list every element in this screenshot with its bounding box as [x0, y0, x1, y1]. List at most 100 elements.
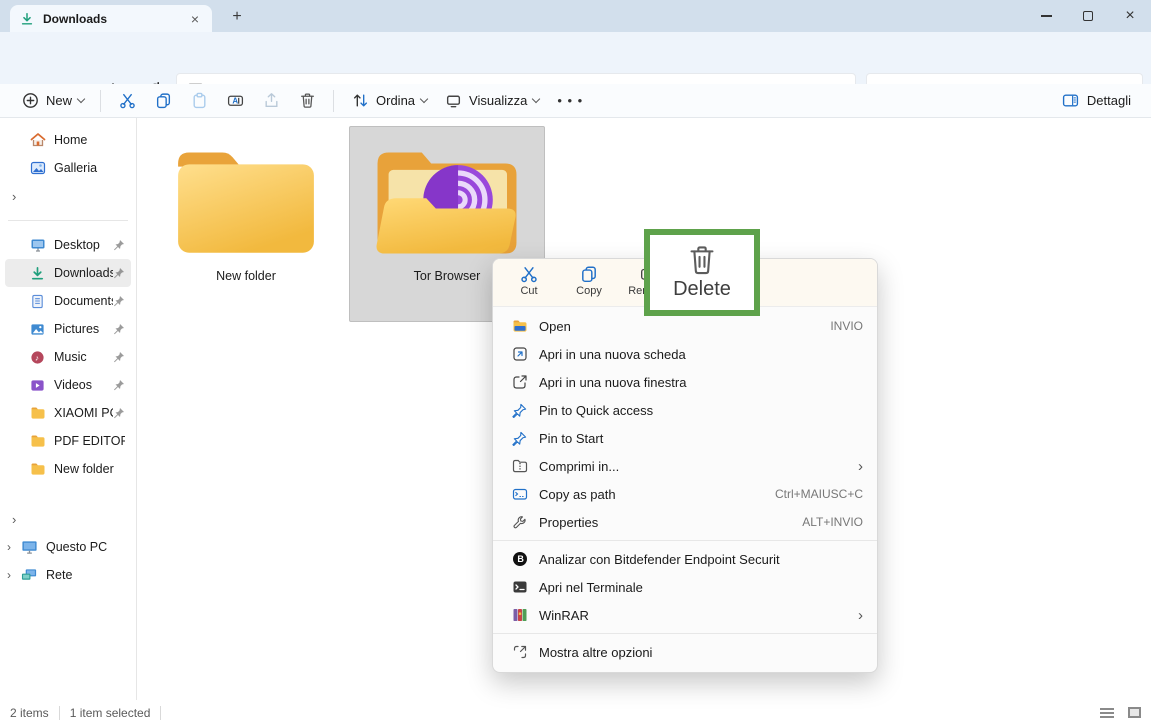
details-button-label: Dettagli: [1087, 93, 1131, 108]
sidebar-item-home[interactable]: Home: [5, 126, 131, 154]
menu-item-winrar[interactable]: WinRAR ›: [493, 601, 877, 629]
sidebar-item-videos[interactable]: Videos: [5, 371, 131, 399]
more-options-button[interactable]: • • •: [547, 93, 593, 108]
pictures-icon: [29, 321, 46, 338]
open-new-tab-icon: [511, 346, 528, 363]
pc-icon: [21, 539, 38, 556]
show-more-icon: [511, 644, 528, 661]
delete-button[interactable]: [289, 87, 325, 115]
pin-icon: [113, 351, 125, 363]
gallery-icon: [29, 160, 46, 177]
minimize-button[interactable]: [1025, 0, 1067, 32]
menu-item-open-new-tab[interactable]: Apri in una nuova scheda: [493, 340, 877, 368]
downloads-icon: [29, 265, 46, 282]
sidebar-item-pdf-editor[interactable]: PDF EDITOR: [5, 427, 131, 455]
tab-downloads[interactable]: Downloads ×: [10, 5, 212, 32]
folder-icon: [29, 405, 46, 422]
copy-icon: [580, 265, 598, 283]
explorer-window: Downloads × + × › Downloads ›: [0, 0, 1151, 725]
tab-close-icon[interactable]: ×: [186, 11, 204, 27]
paste-button[interactable]: [181, 87, 217, 115]
svg-text:A: A: [232, 97, 238, 106]
folder-icon: [29, 461, 46, 478]
items-count: 2 items: [10, 706, 49, 720]
copy-path-icon: [511, 486, 528, 503]
menu-item-compress[interactable]: Comprimi in... ›: [493, 452, 877, 480]
sidebar-item-xiaomi-poco[interactable]: XIAOMI POCO F: [5, 399, 131, 427]
winrar-icon: [511, 607, 528, 624]
details-pane-button[interactable]: Dettagli: [1053, 87, 1139, 115]
download-tab-icon: [20, 12, 34, 26]
file-tile-new-folder[interactable]: New folder: [148, 127, 344, 323]
sidebar-item-rete[interactable]: › Rete: [5, 561, 131, 589]
paste-icon: [189, 91, 209, 111]
sidebar-item-label: XIAOMI POCO F: [54, 406, 113, 420]
context-cut-button[interactable]: Cut: [507, 265, 551, 297]
documents-icon: [29, 293, 46, 310]
tree-expander[interactable]: ›: [7, 540, 17, 554]
sidebar-item-downloads[interactable]: Downloads: [5, 259, 131, 287]
maximize-icon: [1083, 11, 1093, 21]
new-button-label: New: [46, 93, 72, 108]
sidebar-item-label: Videos: [54, 378, 113, 392]
submenu-arrow-icon: ›: [858, 459, 863, 474]
rename-icon: A: [225, 91, 245, 111]
view-button-label: Visualizza: [469, 93, 527, 108]
trash-icon: [687, 244, 717, 276]
tree-expander[interactable]: ›: [7, 568, 17, 582]
sidebar-item-label: Home: [54, 133, 125, 147]
sidebar-item-new-folder[interactable]: New folder: [5, 455, 131, 483]
delete-highlight-annotation[interactable]: Delete: [644, 229, 760, 316]
submenu-arrow-icon: ›: [858, 608, 863, 623]
cut-icon: [520, 265, 538, 283]
context-copy-button[interactable]: Copy: [567, 265, 611, 297]
menu-item-properties[interactable]: Properties ALT+INVIO: [493, 508, 877, 536]
sidebar-item-music[interactable]: ♪ Music: [5, 343, 131, 371]
maximize-button[interactable]: [1067, 0, 1109, 32]
circle-plus-icon: [20, 91, 40, 111]
cut-button[interactable]: [109, 87, 145, 115]
menu-item-open-terminal[interactable]: Apri nel Terminale: [493, 573, 877, 601]
window-controls: ×: [1025, 0, 1151, 32]
terminal-icon: [511, 579, 528, 596]
tree-expander[interactable]: ›: [0, 505, 136, 533]
statusbar-divider: [59, 706, 60, 720]
sidebar-item-pictures[interactable]: Pictures: [5, 315, 131, 343]
sidebar-item-galleria[interactable]: Galleria: [5, 154, 131, 182]
rename-button[interactable]: A: [217, 87, 253, 115]
menu-item-bitdefender-scan[interactable]: B Analizar con Bitdefender Endpoint Secu…: [493, 545, 877, 573]
sidebar-divider: [8, 220, 128, 221]
chevron-down-icon: [77, 95, 85, 103]
file-list-area[interactable]: New folder: [138, 118, 1151, 700]
context-cut-label: Cut: [520, 285, 537, 297]
pin-icon: [113, 295, 125, 307]
details-view-button[interactable]: [1100, 708, 1114, 718]
menu-item-copy-as-path[interactable]: Copy as path Ctrl+MAIUSC+C: [493, 480, 877, 508]
svg-text:B: B: [517, 554, 524, 564]
menu-item-open-new-window[interactable]: Apri in una nuova finestra: [493, 368, 877, 396]
details-pane-icon: [1061, 91, 1081, 111]
sidebar-item-documents[interactable]: Documents: [5, 287, 131, 315]
sidebar-item-desktop[interactable]: Desktop: [5, 231, 131, 259]
close-button[interactable]: ×: [1109, 0, 1151, 32]
pin-icon: [113, 379, 125, 391]
menu-item-pin-quick-access[interactable]: Pin to Quick access: [493, 396, 877, 424]
sidebar-item-label: Rete: [46, 568, 125, 582]
view-button[interactable]: Visualizza: [435, 87, 547, 115]
sort-icon: [350, 91, 370, 111]
share-button[interactable]: [253, 87, 289, 115]
sidebar-item-questo-pc[interactable]: › Questo PC: [5, 533, 131, 561]
menu-item-show-more-options[interactable]: Mostra altre opzioni: [493, 638, 877, 666]
view-icon: [443, 91, 463, 111]
menu-item-open[interactable]: Open INVIO: [493, 312, 877, 340]
new-button[interactable]: New: [12, 87, 92, 115]
copy-button[interactable]: [145, 87, 181, 115]
new-tab-button[interactable]: +: [226, 8, 248, 26]
large-icons-view-button[interactable]: [1128, 707, 1141, 718]
menu-item-pin-to-start[interactable]: Pin to Start: [493, 424, 877, 452]
copy-icon: [153, 91, 173, 111]
home-icon: [29, 132, 46, 149]
sort-button[interactable]: Ordina: [342, 87, 435, 115]
tree-expander[interactable]: ›: [0, 182, 136, 210]
videos-icon: [29, 377, 46, 394]
